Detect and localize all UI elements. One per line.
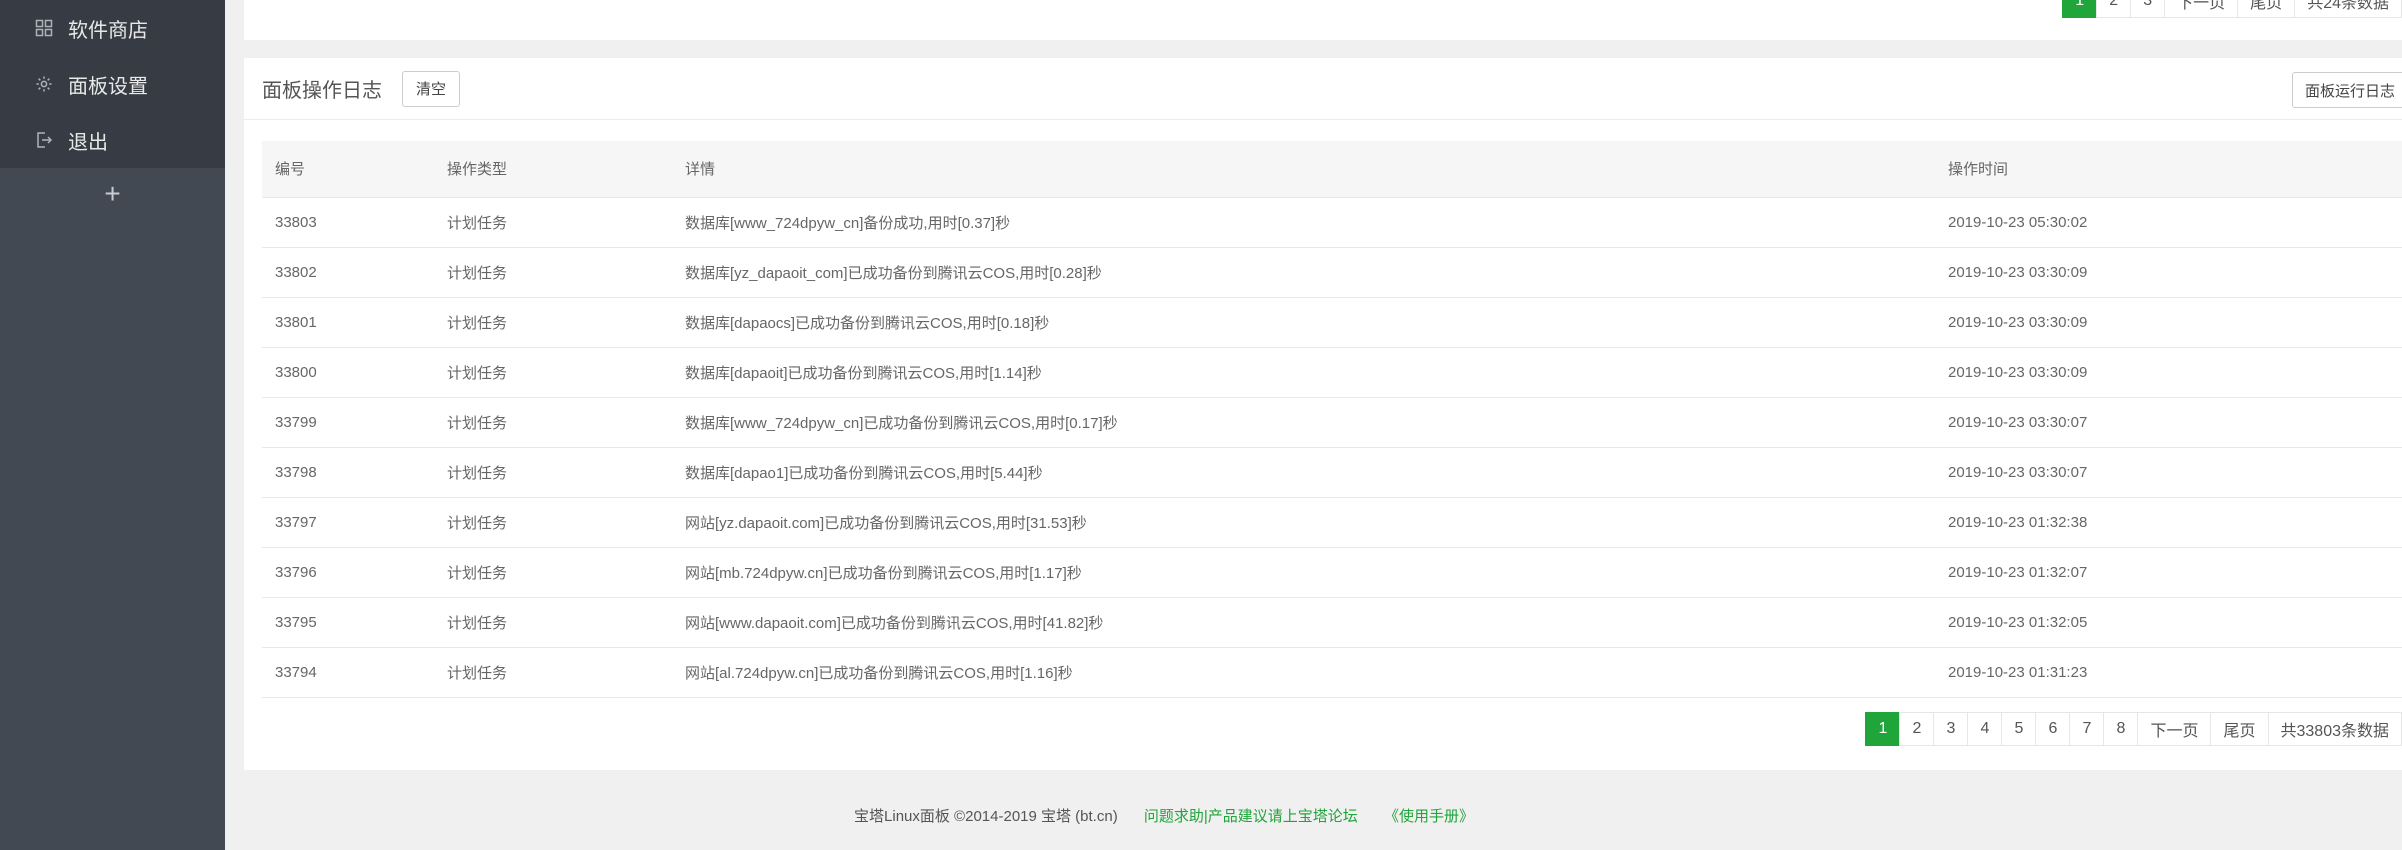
page-4[interactable]: 4 [1967,712,2003,746]
gear-icon [34,74,54,94]
top-page-3[interactable]: 3 [2130,0,2166,18]
grid-icon [34,18,54,38]
cell-type: 计划任务 [447,197,685,248]
table-row: 33802 计划任务 数据库[yz_dapaoit_com]已成功备份到腾讯云C… [262,247,2402,298]
table-row: 33797 计划任务 网站[yz.dapaoit.com]已成功备份到腾讯云CO… [262,497,2402,548]
cell-detail: 网站[www.dapaoit.com]已成功备份到腾讯云COS,用时[41.82… [685,597,1948,648]
cell-type: 计划任务 [447,347,685,398]
cell-detail: 数据库[www_724dpyw_cn]已成功备份到腾讯云COS,用时[0.17]… [685,397,1948,448]
cell-type: 计划任务 [447,447,685,498]
top-page-1[interactable]: 1 [2062,0,2098,18]
panel-operation-log: 面板操作日志 清空 面板运行日志 编号 操作类型 详情 操作时间 33803 计… [244,58,2402,770]
cell-id: 33802 [262,247,447,298]
clear-button[interactable]: 清空 [402,70,461,107]
top-total-count: 共24条数据 [2294,0,2402,18]
top-page-2[interactable]: 2 [2096,0,2132,18]
page-1[interactable]: 1 [1865,712,1901,746]
page-2[interactable]: 2 [1899,712,1935,746]
cell-detail: 网站[mb.724dpyw.cn]已成功备份到腾讯云COS,用时[1.17]秒 [685,547,1948,598]
cell-detail: 数据库[dapaoit]已成功备份到腾讯云COS,用时[1.14]秒 [685,347,1948,398]
column-header-time: 操作时间 [1948,141,2402,198]
table-row: 33794 计划任务 网站[al.724dpyw.cn]已成功备份到腾讯云COS… [262,647,2402,698]
sidebar-item-label: 退出 [68,131,108,154]
manual-link[interactable]: 《使用手册》 [1384,808,1474,825]
cell-detail: 网站[al.724dpyw.cn]已成功备份到腾讯云COS,用时[1.16]秒 [685,647,1948,698]
cell-time: 2019-10-23 03:30:09 [1948,347,2402,398]
table-row: 33795 计划任务 网站[www.dapaoit.com]已成功备份到腾讯云C… [262,597,2402,648]
bottom-pagination: 1 2 3 4 5 6 7 8 下一页 尾页 共33803条数据 [1865,712,2402,746]
cell-id: 33800 [262,347,447,398]
cell-id: 33795 [262,597,447,648]
plus-icon: + [104,178,121,209]
cell-time: 2019-10-23 01:31:23 [1948,647,2402,698]
add-menu-button[interactable]: + [0,168,225,220]
cell-type: 计划任务 [447,397,685,448]
cell-time: 2019-10-23 03:30:09 [1948,297,2402,348]
footer: 宝塔Linux面板 ©2014-2019 宝塔 (bt.cn) 问题求助|产品建… [244,805,2084,826]
total-count: 共33803条数据 [2267,712,2402,746]
page-7[interactable]: 7 [2069,712,2105,746]
table-header-row: 编号 操作类型 详情 操作时间 [262,141,2402,198]
column-header-id: 编号 [262,141,447,198]
cell-type: 计划任务 [447,597,685,648]
column-header-detail: 详情 [685,141,1948,198]
table-row: 33801 计划任务 数据库[dapaocs]已成功备份到腾讯云COS,用时[0… [262,297,2402,348]
panel-header: 面板操作日志 清空 面板运行日志 [244,58,2402,120]
cell-time: 2019-10-23 01:32:38 [1948,497,2402,548]
cell-type: 计划任务 [447,647,685,698]
cell-id: 33797 [262,497,447,548]
cell-time: 2019-10-23 03:30:09 [1948,247,2402,298]
column-header-type: 操作类型 [447,141,685,198]
page-6[interactable]: 6 [2035,712,2071,746]
cell-type: 计划任务 [447,547,685,598]
cell-detail: 网站[yz.dapaoit.com]已成功备份到腾讯云COS,用时[31.53]… [685,497,1948,548]
cell-detail: 数据库[yz_dapaoit_com]已成功备份到腾讯云COS,用时[0.28]… [685,247,1948,298]
cell-id: 33801 [262,297,447,348]
sidebar: 软件商店 面板设置 退出 + [0,0,225,850]
top-pagination: 1 2 3 下一页 尾页 共24条数据 [2062,0,2402,18]
sidebar-item-label: 软件商店 [68,19,148,42]
cell-detail: 数据库[dapao1]已成功备份到腾讯云COS,用时[5.44]秒 [685,447,1948,498]
cell-detail: 数据库[dapaocs]已成功备份到腾讯云COS,用时[0.18]秒 [685,297,1948,348]
copyright-text: 宝塔Linux面板 ©2014-2019 宝塔 (bt.cn) [854,808,1118,825]
cell-time: 2019-10-23 03:30:07 [1948,397,2402,448]
top-panel: 1 2 3 下一页 尾页 共24条数据 [244,0,2402,40]
cell-id: 33803 [262,197,447,248]
cell-time: 2019-10-23 01:32:07 [1948,547,2402,598]
cell-time: 2019-10-23 05:30:02 [1948,197,2402,248]
top-next-page[interactable]: 下一页 [2164,0,2239,18]
logout-icon [34,130,54,150]
table-row: 33798 计划任务 数据库[dapao1]已成功备份到腾讯云COS,用时[5.… [262,447,2402,498]
panel-title: 面板操作日志 [262,80,382,102]
cell-id: 33796 [262,547,447,598]
log-table: 编号 操作类型 详情 操作时间 33803 计划任务 数据库[www_724dp… [262,141,2402,698]
top-last-page[interactable]: 尾页 [2237,0,2296,18]
forum-link[interactable]: 问题求助|产品建议请上宝塔论坛 [1144,808,1358,825]
page-3[interactable]: 3 [1933,712,1969,746]
sidebar-menu: 软件商店 面板设置 退出 [0,0,225,168]
table-row: 33796 计划任务 网站[mb.724dpyw.cn]已成功备份到腾讯云COS… [262,547,2402,598]
table-row: 33799 计划任务 数据库[www_724dpyw_cn]已成功备份到腾讯云C… [262,397,2402,448]
run-log-button[interactable]: 面板运行日志 [2291,72,2402,108]
table-row: 33800 计划任务 数据库[dapaoit]已成功备份到腾讯云COS,用时[1… [262,347,2402,398]
cell-type: 计划任务 [447,247,685,298]
cell-type: 计划任务 [447,297,685,348]
page-5[interactable]: 5 [2001,712,2037,746]
sidebar-item-software-store[interactable]: 软件商店 [0,0,225,56]
sidebar-item-label: 面板设置 [68,75,148,98]
cell-type: 计划任务 [447,497,685,548]
cell-time: 2019-10-23 03:30:07 [1948,447,2402,498]
next-page[interactable]: 下一页 [2137,712,2212,746]
page-8[interactable]: 8 [2103,712,2139,746]
last-page[interactable]: 尾页 [2210,712,2269,746]
cell-time: 2019-10-23 01:32:05 [1948,597,2402,648]
cell-id: 33794 [262,647,447,698]
table-row: 33803 计划任务 数据库[www_724dpyw_cn]备份成功,用时[0.… [262,197,2402,248]
sidebar-item-panel-settings[interactable]: 面板设置 [0,56,225,112]
sidebar-item-logout[interactable]: 退出 [0,112,225,168]
cell-id: 33799 [262,397,447,448]
cell-detail: 数据库[www_724dpyw_cn]备份成功,用时[0.37]秒 [685,197,1948,248]
cell-id: 33798 [262,447,447,498]
